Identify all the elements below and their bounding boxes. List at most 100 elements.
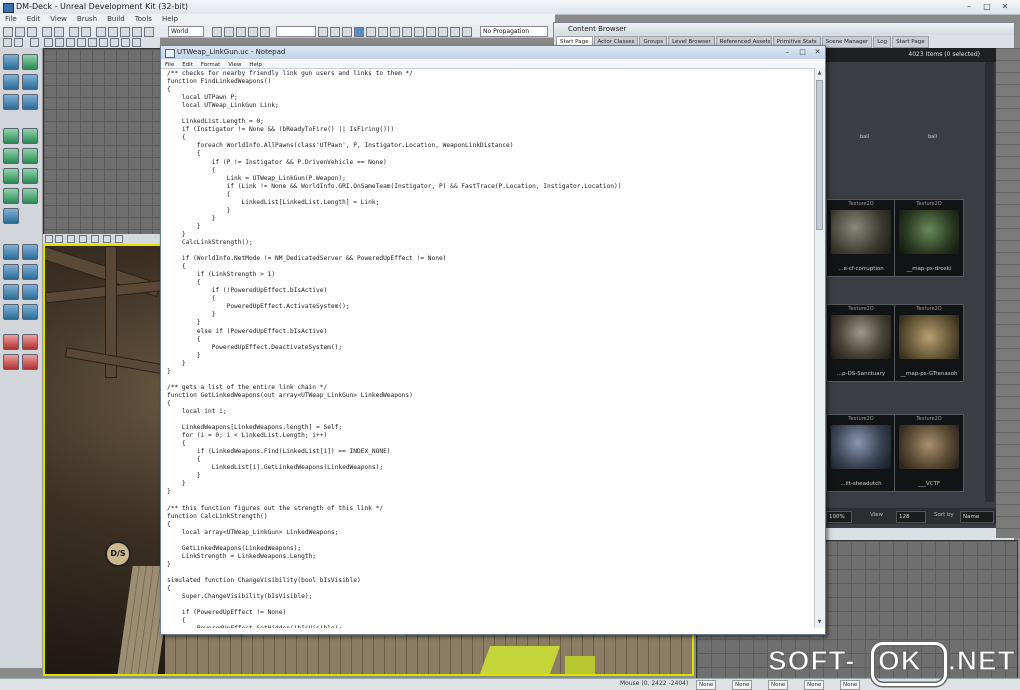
select-all-icon[interactable] bbox=[3, 304, 19, 320]
show-flags-icon[interactable] bbox=[79, 235, 87, 243]
lock-icon[interactable] bbox=[132, 38, 141, 47]
build-all-icon[interactable] bbox=[366, 27, 376, 37]
side-viewport[interactable] bbox=[996, 48, 1020, 538]
cube-brush-icon[interactable] bbox=[3, 128, 19, 144]
top-viewport[interactable] bbox=[43, 48, 167, 236]
invert-selection-icon[interactable] bbox=[3, 354, 19, 370]
selected-mesh-highlight[interactable] bbox=[479, 646, 561, 674]
sort-select[interactable]: Name bbox=[960, 511, 994, 523]
open-icon[interactable] bbox=[15, 27, 25, 37]
minimize-button[interactable]: – bbox=[962, 1, 976, 12]
notepad-close-button[interactable]: ✕ bbox=[811, 47, 824, 57]
notepad-menu-edit[interactable]: Edit bbox=[178, 61, 197, 70]
texture-density-icon[interactable] bbox=[121, 38, 130, 47]
close-button[interactable]: ✕ bbox=[998, 1, 1012, 12]
selected-mesh-highlight[interactable] bbox=[565, 656, 595, 674]
csg-subtract-icon[interactable] bbox=[22, 244, 38, 260]
notepad-minimize-button[interactable]: – bbox=[781, 47, 794, 57]
kismet-icon[interactable] bbox=[426, 27, 436, 37]
notepad-menu-help[interactable]: Help bbox=[245, 61, 266, 70]
new-icon[interactable] bbox=[3, 27, 13, 37]
geometry-mode-icon[interactable] bbox=[22, 54, 38, 70]
menu-tools[interactable]: Tools bbox=[130, 14, 157, 25]
propagation-select[interactable]: No Propagation bbox=[480, 26, 548, 37]
undo-icon[interactable] bbox=[42, 27, 52, 37]
csg-deintersect-icon[interactable] bbox=[22, 264, 38, 280]
matinee-icon[interactable] bbox=[414, 27, 424, 37]
scroll-up-icon[interactable]: ▲ bbox=[816, 69, 823, 78]
volumetric-brush-icon[interactable] bbox=[3, 208, 19, 224]
sheet-brush-icon[interactable] bbox=[22, 168, 38, 184]
menu-edit[interactable]: Edit bbox=[22, 14, 46, 25]
notepad-menu-format[interactable]: Format bbox=[197, 61, 224, 70]
add-special-icon[interactable] bbox=[22, 284, 38, 300]
bookmark-icon[interactable] bbox=[260, 27, 270, 37]
notepad-scrollbar[interactable]: ▲ ▼ bbox=[814, 68, 825, 628]
hide-selected-icon[interactable] bbox=[3, 334, 19, 350]
tab-log[interactable]: Log bbox=[873, 36, 892, 48]
select-none-icon[interactable] bbox=[22, 304, 38, 320]
tab-scene-manager[interactable]: Scene Manager bbox=[821, 36, 873, 48]
build-paths-icon[interactable] bbox=[342, 27, 352, 37]
asset-grid-scrollbar[interactable] bbox=[985, 62, 994, 502]
asset-thumbnail[interactable]: Texture2D ...p-DS-Sanctuary bbox=[826, 304, 896, 382]
perspective-icon[interactable] bbox=[55, 235, 63, 243]
add-volume-icon[interactable] bbox=[3, 284, 19, 300]
stairs-brush-icon[interactable] bbox=[22, 148, 38, 164]
grid-icon[interactable] bbox=[69, 27, 79, 37]
sphere-brush-icon[interactable] bbox=[22, 188, 38, 204]
console-icon[interactable] bbox=[402, 27, 412, 37]
lit-mode-icon[interactable] bbox=[91, 235, 99, 243]
scroll-thumb[interactable] bbox=[816, 80, 823, 230]
redo-icon[interactable] bbox=[54, 27, 64, 37]
curved-stair-icon[interactable] bbox=[3, 168, 19, 184]
scale-icon[interactable] bbox=[120, 27, 130, 37]
lit-icon[interactable] bbox=[66, 38, 75, 47]
find-icon[interactable] bbox=[212, 27, 222, 37]
search-field[interactable] bbox=[276, 26, 316, 37]
coverpoint-mode-icon[interactable] bbox=[22, 94, 38, 110]
viewport-options-icon[interactable] bbox=[45, 235, 53, 243]
unlit-mode-icon[interactable] bbox=[103, 235, 111, 243]
asset-thumbnail[interactable]: Texture2D __map-ps-GTrenasoh bbox=[894, 304, 964, 382]
coordinate-system-select[interactable]: World bbox=[168, 26, 204, 37]
translate-icon[interactable] bbox=[96, 27, 106, 37]
asset-thumbnail[interactable]: Texture2D ...ilt-sheadutch bbox=[826, 414, 896, 492]
save-icon[interactable] bbox=[27, 27, 37, 37]
content-browser-icon[interactable] bbox=[438, 27, 448, 37]
show-all-icon[interactable] bbox=[22, 334, 38, 350]
meshpaint-mode-icon[interactable] bbox=[3, 94, 19, 110]
camera-icon[interactable] bbox=[236, 27, 246, 37]
asset-thumbnail[interactable]: Texture2D ___VCTF bbox=[894, 414, 964, 492]
sphere-icon[interactable] bbox=[248, 27, 258, 37]
light-complexity-icon[interactable] bbox=[110, 38, 119, 47]
menu-view[interactable]: View bbox=[45, 14, 72, 25]
snap-icon[interactable] bbox=[81, 27, 91, 37]
terrain-mode-icon[interactable] bbox=[3, 74, 19, 90]
scroll-down-icon[interactable]: ▼ bbox=[816, 618, 823, 627]
play-on-pc-icon[interactable] bbox=[390, 27, 400, 37]
camera-mode-icon[interactable] bbox=[3, 54, 19, 70]
viewport-type-icon[interactable] bbox=[14, 38, 23, 47]
menu-build[interactable]: Build bbox=[102, 14, 130, 25]
show-selected-icon[interactable] bbox=[22, 354, 38, 370]
notepad-menu-file[interactable]: File bbox=[161, 61, 178, 70]
csg-intersect-icon[interactable] bbox=[3, 264, 19, 280]
csg-add-icon[interactable] bbox=[3, 244, 19, 260]
play-in-editor-icon[interactable] bbox=[378, 27, 388, 37]
cone-brush-icon[interactable] bbox=[22, 128, 38, 144]
notepad-menu-view[interactable]: View bbox=[224, 61, 245, 70]
collision-icon[interactable] bbox=[88, 38, 97, 47]
menu-file[interactable]: File bbox=[0, 14, 22, 25]
texture-mode-icon[interactable] bbox=[22, 74, 38, 90]
lighting-icon[interactable] bbox=[462, 27, 472, 37]
spiral-stair-icon[interactable] bbox=[3, 188, 19, 204]
wireframe-icon[interactable] bbox=[44, 38, 53, 47]
notepad-maximize-button[interactable]: □ bbox=[796, 47, 809, 57]
build-lighting-icon[interactable] bbox=[330, 27, 340, 37]
maximize-button[interactable]: □ bbox=[980, 1, 994, 12]
tab-start-page-2[interactable]: Start Page bbox=[892, 36, 929, 48]
play-icon[interactable] bbox=[354, 27, 364, 37]
realtime-icon[interactable] bbox=[30, 38, 39, 47]
unlit-icon[interactable] bbox=[55, 38, 64, 47]
